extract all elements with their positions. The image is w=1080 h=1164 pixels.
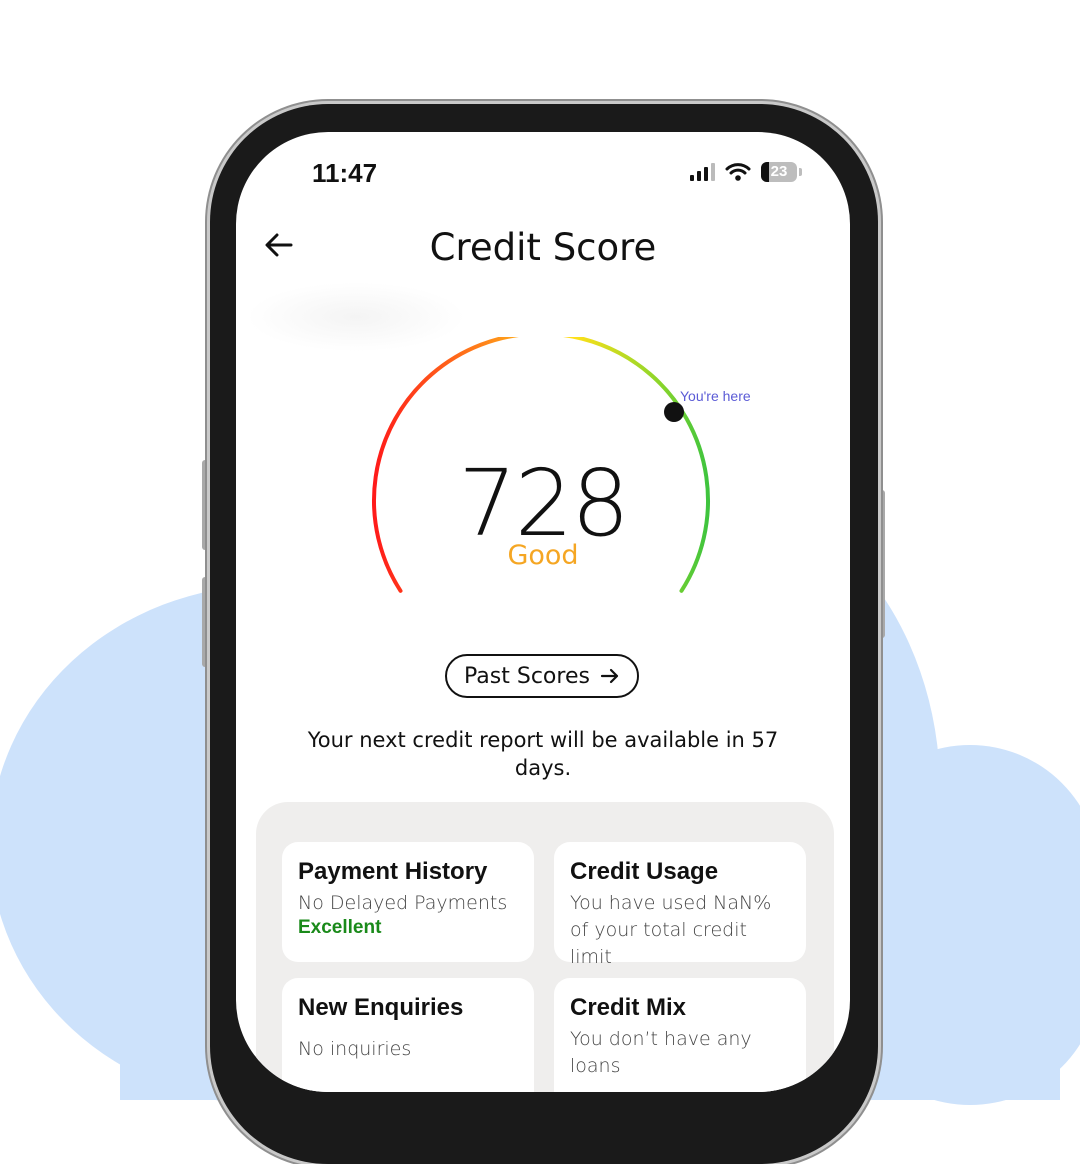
score-rating: Good xyxy=(507,540,579,571)
card-title: Credit Mix xyxy=(570,994,687,1021)
credit-mix-card[interactable]: Credit Mix You don’t have any loans xyxy=(554,978,806,1092)
battery-icon: 23 xyxy=(761,162,797,182)
signal-icon xyxy=(690,163,715,181)
power-button xyxy=(878,490,885,638)
past-scores-label: Past Scores xyxy=(464,663,590,689)
volume-up-button xyxy=(202,460,209,550)
new-enquiries-card[interactable]: New Enquiries No inquiries xyxy=(282,978,534,1092)
status-badge: Excellent xyxy=(298,917,382,938)
card-text: No Delayed Payments xyxy=(298,892,508,914)
past-scores-button[interactable]: Past Scores xyxy=(445,654,639,698)
volume-down-button xyxy=(202,577,209,667)
card-title: Credit Usage xyxy=(570,858,719,885)
score-marker xyxy=(664,402,684,422)
page-title: Credit Score xyxy=(429,226,657,269)
card-text: No inquiries xyxy=(298,1038,412,1060)
arrow-right-icon xyxy=(600,668,619,684)
next-report-text: Your next credit report will be availabl… xyxy=(307,728,779,780)
card-text: You don’t have any loans xyxy=(570,1028,752,1077)
wifi-icon xyxy=(725,163,751,181)
phone-screen: 11:47 23 Credit Score You're here 728 Go… xyxy=(236,132,850,1092)
payment-history-card[interactable]: Payment History No Delayed Payments Exce… xyxy=(282,842,534,962)
battery-nub xyxy=(799,168,802,176)
card-title: New Enquiries xyxy=(298,994,464,1021)
marker-label: You're here xyxy=(680,388,751,404)
battery-level: 23 xyxy=(770,163,788,180)
card-title: Payment History xyxy=(298,858,488,885)
card-text: You have used NaN% of your total credit … xyxy=(570,892,772,968)
score-factors-panel: Payment History No Delayed Payments Exce… xyxy=(256,802,834,1092)
status-icons: 23 xyxy=(690,162,802,182)
credit-usage-card[interactable]: Credit Usage You have used NaN% of your … xyxy=(554,842,806,968)
status-time: 11:47 xyxy=(312,158,378,188)
